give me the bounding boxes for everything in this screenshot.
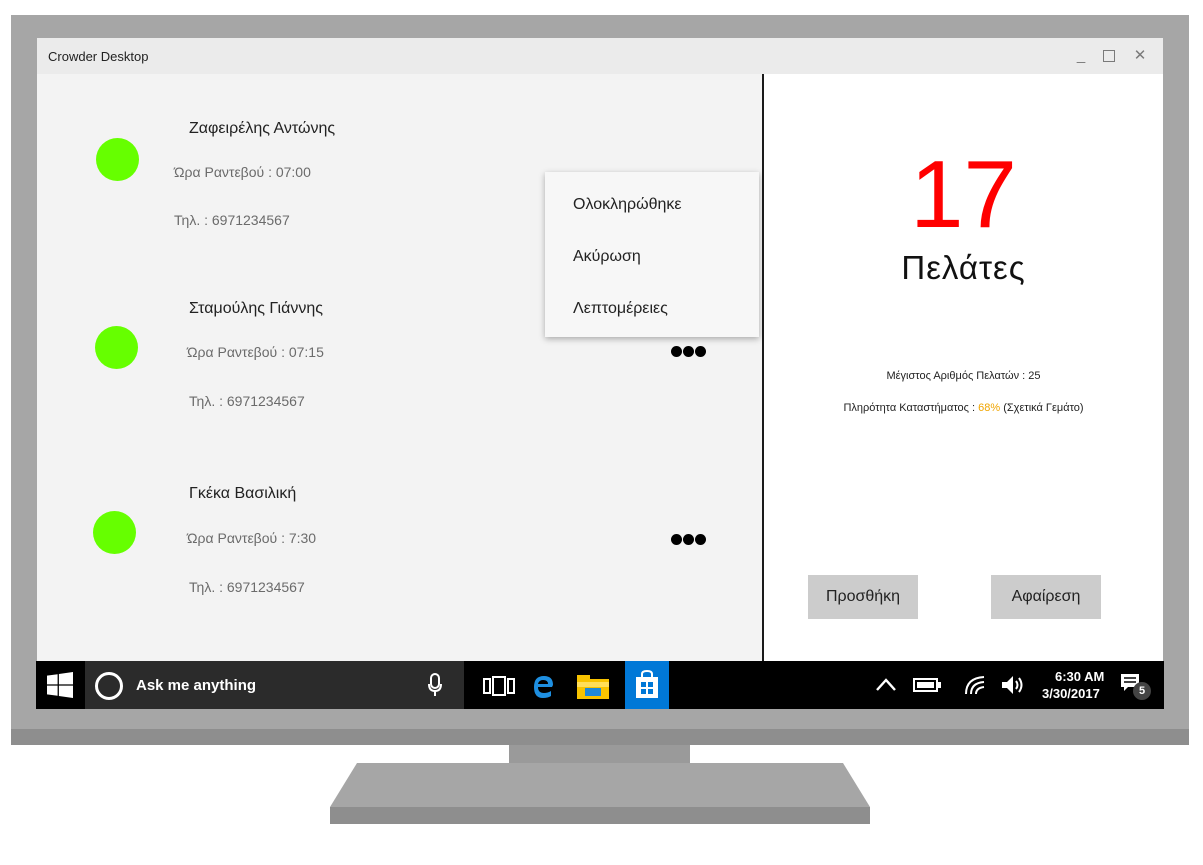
clock-date: 3/30/2017 xyxy=(1042,686,1100,701)
chevron-up-icon[interactable] xyxy=(876,678,896,692)
customer-count-label: Πελάτες xyxy=(901,249,1026,286)
clock-time: 6:30 AM xyxy=(1055,669,1105,684)
menu-item-details[interactable]: Λεπτομέρειες xyxy=(573,300,668,318)
store-button[interactable] xyxy=(625,661,669,709)
taskbar: Ask me anything 6:30 AM 3/30/2017 5 xyxy=(36,661,1164,709)
file-explorer-icon[interactable] xyxy=(577,673,609,699)
appointment-time: Ώρα Ραντεβού : 07:00 xyxy=(174,164,311,180)
maximize-icon xyxy=(1103,50,1115,63)
customer-name: Σταμούλης Γιάννης xyxy=(189,300,323,317)
cortana-icon[interactable] xyxy=(95,672,123,700)
fullness-label: Πληρότητα Καταστήματος : xyxy=(843,402,979,414)
status-indicator xyxy=(96,138,139,181)
phone-number: Τηλ. : 6971234567 xyxy=(189,579,305,595)
menu-item-cancel[interactable]: Ακύρωση xyxy=(573,248,641,266)
store-icon xyxy=(636,670,658,698)
wifi-icon[interactable] xyxy=(964,675,986,695)
minimize-icon: _ xyxy=(1076,47,1086,64)
microphone-icon[interactable] xyxy=(428,673,442,697)
phone-number: Τηλ. : 6971234567 xyxy=(189,393,305,409)
remove-button[interactable]: Αφαίρεση xyxy=(991,575,1101,619)
close-icon: ✕ xyxy=(1133,47,1147,64)
battery-icon[interactable] xyxy=(913,678,941,692)
customer-list: Ζαφειρέλης Αντώνης Ώρα Ραντεβού : 07:00 … xyxy=(37,74,762,661)
customer-name: Γκέκα Βασιλική xyxy=(189,485,297,502)
app-window: Crowder Desktop _ ✕ Ζαφειρέλης Αντώνης Ώ… xyxy=(37,38,1163,661)
task-view-icon[interactable] xyxy=(483,676,515,696)
close-button[interactable]: ✕ xyxy=(1128,44,1152,68)
more-options-button[interactable] xyxy=(671,534,707,545)
appointment-time: Ώρα Ραντεβού : 07:15 xyxy=(187,344,324,360)
menu-item-completed[interactable]: Ολοκληρώθηκε xyxy=(573,196,682,214)
customer-name: Ζαφειρέλης Αντώνης xyxy=(189,120,336,137)
title-bar[interactable]: Crowder Desktop _ ✕ xyxy=(37,38,1163,74)
search-input[interactable]: Ask me anything xyxy=(136,677,256,694)
status-indicator xyxy=(95,326,138,369)
search-box[interactable]: Ask me anything xyxy=(85,661,464,709)
window-title: Crowder Desktop xyxy=(48,49,149,64)
phone-number: Τηλ. : 6971234567 xyxy=(174,212,290,228)
volume-icon[interactable] xyxy=(1001,675,1027,695)
fullness-description: (Σχετικά Γεμάτο) xyxy=(1000,402,1084,414)
minimize-button[interactable]: _ xyxy=(1069,44,1093,68)
fullness-text: Πληρότητα Καταστήματος : 68% (Σχετικά Γε… xyxy=(764,402,1163,414)
add-button[interactable]: Προσθήκη xyxy=(808,575,918,619)
notification-count-badge: 5 xyxy=(1133,682,1151,700)
windows-logo-icon xyxy=(47,672,73,698)
maximize-button[interactable] xyxy=(1097,44,1121,68)
fullness-percentage: 68% xyxy=(978,402,1001,414)
appointment-time: Ώρα Ραντεβού : 7:30 xyxy=(187,530,317,546)
max-customers-text: Μέγιστος Αριθμός Πελατών : 25 xyxy=(886,370,1041,382)
more-options-button[interactable] xyxy=(671,346,707,357)
monitor-bezel-bottom xyxy=(11,729,1189,745)
start-button[interactable] xyxy=(36,661,85,709)
context-menu: Ολοκληρώθηκε Ακύρωση Λεπτομέρειες xyxy=(545,172,759,337)
status-indicator xyxy=(93,511,136,554)
monitor-stand-base xyxy=(330,763,870,807)
monitor-stand-base-edge xyxy=(330,807,870,824)
customer-count: 17 xyxy=(910,141,1017,248)
edge-browser-icon[interactable] xyxy=(532,672,554,698)
stats-panel: 17 Πελάτες Μέγιστος Αριθμός Πελατών : 25… xyxy=(764,74,1163,661)
